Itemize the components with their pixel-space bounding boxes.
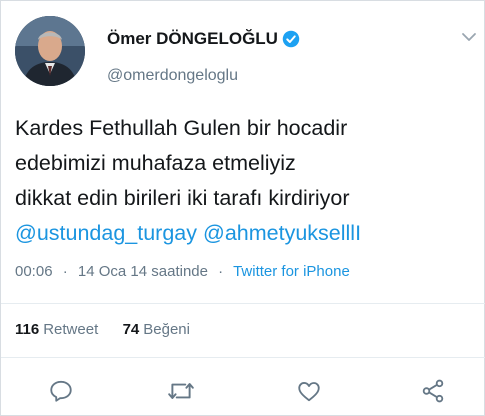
tweet-source-link[interactable]: Twitter for iPhone bbox=[233, 263, 350, 280]
retweet-count-link[interactable]: 116 Retweet bbox=[15, 321, 102, 338]
share-button[interactable] bbox=[415, 373, 451, 409]
tweet-line: dikkat edin birileri iki tarafı kirdiriy… bbox=[15, 186, 350, 210]
tweet-date[interactable]: 14 Oca 14 saatinde bbox=[78, 263, 208, 280]
like-count-link[interactable]: 74 Beğeni bbox=[123, 321, 190, 338]
like-button[interactable] bbox=[291, 373, 327, 409]
tweet-line: edebimizi muhafaza etmeliyiz bbox=[15, 151, 296, 175]
retweet-button[interactable] bbox=[163, 373, 199, 409]
verified-badge-icon bbox=[282, 30, 300, 48]
tweet-actions bbox=[1, 373, 485, 413]
mention-link[interactable]: @ustundag_turgay bbox=[15, 221, 197, 245]
retweet-icon bbox=[168, 383, 194, 399]
meta-separator: · bbox=[62, 263, 68, 280]
reply-icon bbox=[50, 380, 72, 402]
tweet-line: Kardes Fethullah Gulen bir hocadir bbox=[15, 116, 348, 140]
heart-icon bbox=[298, 382, 320, 402]
like-count: 74 bbox=[122, 321, 140, 338]
mentions-line: @ustundag_turgay @ahmetyukselllI bbox=[15, 216, 480, 251]
tweet-stats: 116 Retweet 74 Beğeni bbox=[15, 321, 190, 338]
user-handle[interactable]: @omerdongeloglu bbox=[107, 67, 238, 85]
retweet-label: Retweet bbox=[43, 321, 99, 338]
divider bbox=[1, 303, 485, 304]
tweet-time[interactable]: 00:06 bbox=[15, 263, 53, 280]
tweet-card: Ömer DÖNGELOĞLU @omerdongeloglu Kardes F… bbox=[0, 0, 485, 416]
avatar[interactable] bbox=[15, 16, 85, 86]
like-label: Beğeni bbox=[143, 321, 190, 338]
retweet-count: 116 bbox=[15, 321, 40, 338]
divider bbox=[1, 357, 485, 358]
reply-button[interactable] bbox=[43, 373, 79, 409]
meta-separator: · bbox=[218, 263, 224, 280]
tweet-text: Kardes Fethullah Gulen bir hocadir edebi… bbox=[15, 111, 480, 251]
mention-link[interactable]: @ahmetyukselllI bbox=[203, 221, 361, 245]
chevron-down-icon[interactable] bbox=[461, 31, 477, 43]
display-name[interactable]: Ömer DÖNGELOĞLU bbox=[107, 29, 278, 49]
tweet-meta: 00:06 · 14 Oca 14 saatinde · Twitter for… bbox=[15, 263, 350, 280]
share-icon bbox=[422, 379, 444, 403]
